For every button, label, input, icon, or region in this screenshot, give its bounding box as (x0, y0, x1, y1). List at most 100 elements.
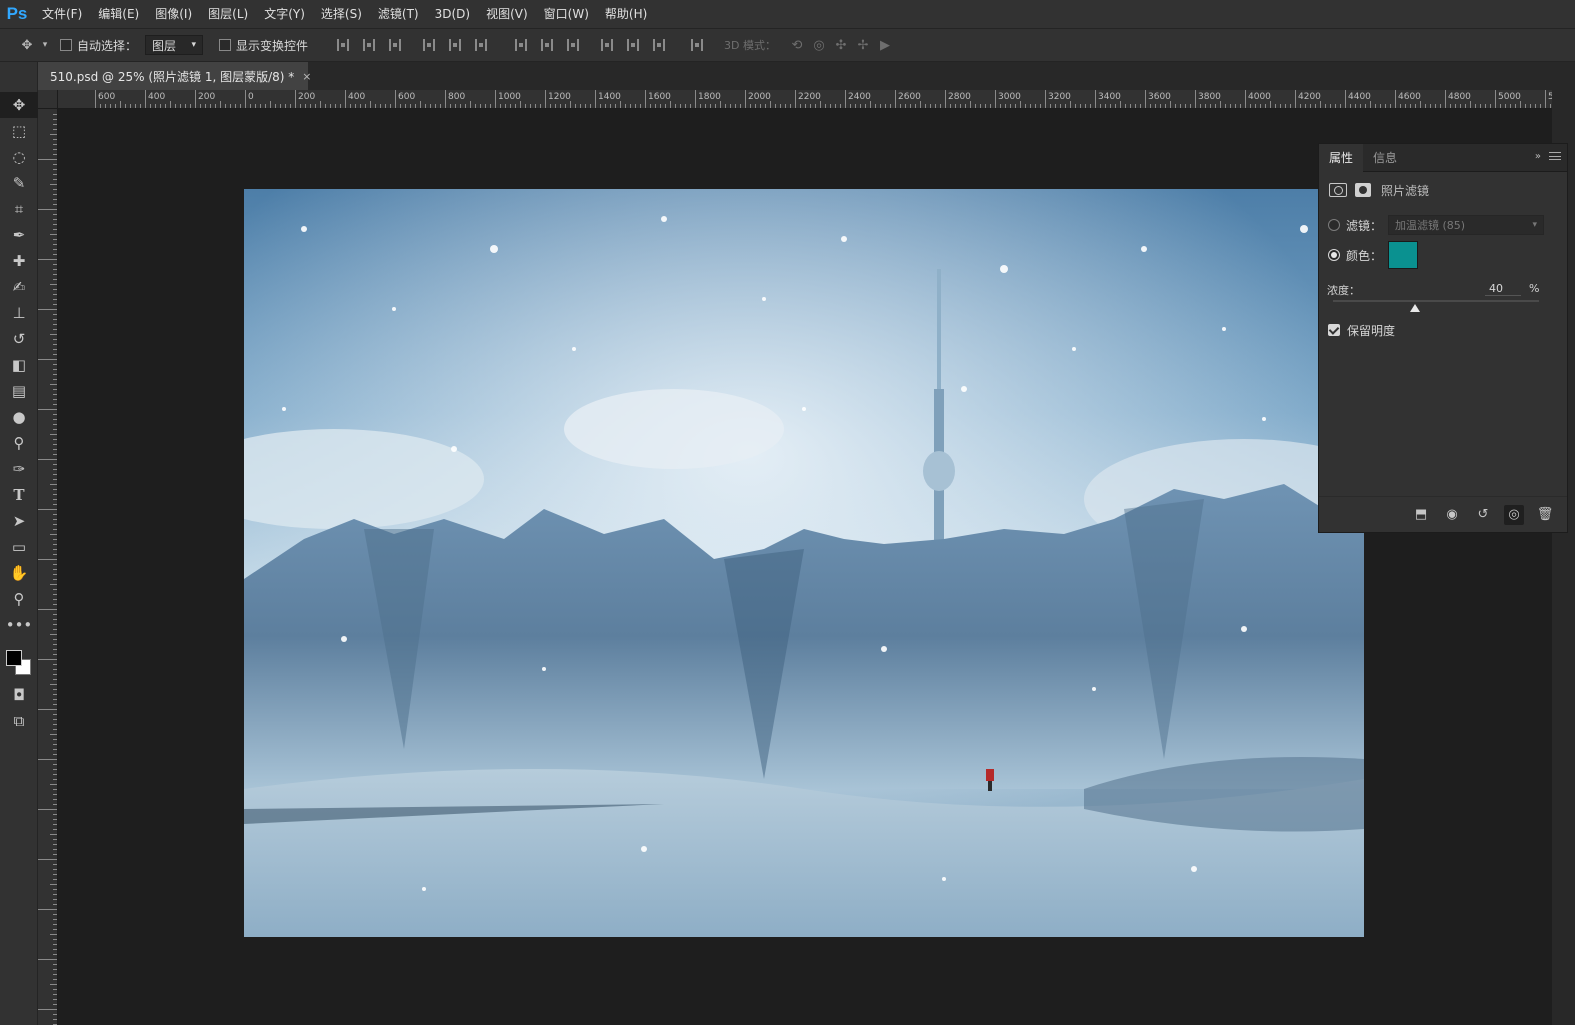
slide-3d-icon[interactable]: ✢ (852, 34, 874, 56)
distribute-vcenter-button[interactable] (534, 34, 560, 56)
color-radio[interactable] (1328, 249, 1340, 261)
ruler-tick (38, 159, 57, 160)
distribute-left-button[interactable] (594, 34, 620, 56)
path-select-tool-icon[interactable]: ➤ (0, 508, 38, 534)
crop-tool-icon[interactable]: ⌗ (0, 196, 38, 222)
document-tab[interactable]: 510.psd @ 25% (照片滤镜 1, 图层蒙版/8) * × (38, 62, 311, 90)
scale-3d-icon[interactable]: ▶ (874, 34, 896, 56)
ruler-tick (53, 179, 57, 180)
filter-dropdown[interactable]: 加温滤镜 (85) ▾ (1388, 215, 1545, 235)
filter-radio[interactable] (1328, 219, 1340, 231)
screen-mode-icon[interactable]: ⧉ (0, 708, 38, 734)
ruler-minor-tick (1255, 104, 1256, 108)
blur-tool-icon[interactable]: ● (0, 404, 38, 430)
auto-select-checkbox[interactable] (60, 39, 72, 51)
eraser-tool-icon[interactable]: ◧ (0, 352, 38, 378)
ruler-minor-tick (1055, 104, 1056, 108)
menu-3d[interactable]: 3D(D) (427, 0, 478, 28)
menu-help[interactable]: 帮助(H) (597, 0, 655, 28)
ruler-tick (53, 379, 57, 380)
menu-type[interactable]: 文字(Y) (256, 0, 313, 28)
dodge-tool-icon[interactable]: ⚲ (0, 430, 38, 456)
orbit-3d-icon[interactable]: ⟲ (786, 34, 808, 56)
ruler-left[interactable] (38, 109, 58, 1025)
lasso-tool-icon[interactable]: ◌ (0, 144, 38, 170)
close-icon[interactable]: × (302, 70, 311, 83)
align-left-button[interactable] (416, 34, 442, 56)
canvas-image[interactable] (244, 189, 1364, 937)
ruler-minor-tick (1010, 104, 1011, 108)
auto-select-dropdown[interactable]: 图层 ▾ (145, 35, 204, 55)
tab-info[interactable]: 信息 (1363, 144, 1407, 172)
hand-tool-icon[interactable]: ✋ (0, 560, 38, 586)
ruler-minor-tick (1155, 104, 1156, 108)
quick-select-tool-icon[interactable]: ✎ (0, 170, 38, 196)
menu-layer[interactable]: 图层(L) (200, 0, 256, 28)
rectangle-tool-icon[interactable]: ▭ (0, 534, 38, 560)
eyedropper-tool-icon[interactable]: ✒ (0, 222, 38, 248)
ruler-tick (50, 584, 57, 585)
align-vcenter-icon (363, 39, 376, 51)
view-previous-state-icon[interactable]: ◉ (1442, 505, 1462, 525)
ruler-tick (53, 254, 57, 255)
quick-mask-icon[interactable]: ◘ (0, 682, 38, 708)
ruler-minor-tick (1050, 104, 1051, 108)
align-vcenter-button[interactable] (356, 34, 382, 56)
density-input[interactable]: 40 (1485, 282, 1521, 296)
roll-3d-icon[interactable]: ◎ (808, 34, 830, 56)
ruler-minor-tick (630, 104, 631, 108)
ruler-minor-tick (1485, 104, 1486, 108)
clip-to-layer-icon[interactable]: ⬒ (1411, 505, 1431, 525)
type-tool-icon[interactable]: T (0, 482, 38, 508)
auto-align-button[interactable] (684, 34, 710, 56)
menu-window[interactable]: 窗口(W) (536, 0, 597, 28)
ruler-tick (38, 609, 57, 610)
history-brush-tool-icon[interactable]: ↺ (0, 326, 38, 352)
move-tool-preset-icon[interactable]: ✥ (16, 34, 38, 56)
ruler-origin[interactable] (38, 90, 58, 109)
pan-3d-icon[interactable]: ✣ (830, 34, 852, 56)
layer-mask-icon[interactable] (1355, 183, 1371, 197)
marquee-tool-icon[interactable]: ⬚ (0, 118, 38, 144)
chevron-down-icon[interactable]: ▾ (38, 34, 52, 56)
align-right-button[interactable] (468, 34, 494, 56)
align-bottom-button[interactable] (382, 34, 408, 56)
show-transform-checkbox[interactable] (219, 39, 232, 51)
align-top-button[interactable] (330, 34, 356, 56)
panel-menu-icon[interactable] (1549, 150, 1561, 162)
pen-tool-icon[interactable]: ✑ (0, 456, 38, 482)
distribute-hcenter-button[interactable] (620, 34, 646, 56)
preserve-luminosity-checkbox[interactable] (1328, 324, 1340, 336)
healing-brush-tool-icon[interactable]: ✚ (0, 248, 38, 274)
filter-color-swatch[interactable] (1388, 241, 1419, 269)
toggle-visibility-icon[interactable]: ◎ (1504, 504, 1524, 525)
menu-image[interactable]: 图像(I) (147, 0, 200, 28)
ruler-tick (53, 839, 57, 840)
distribute-top-button[interactable] (508, 34, 534, 56)
tab-properties[interactable]: 属性 (1319, 143, 1364, 172)
move-tool-icon[interactable]: ✥ (0, 92, 38, 118)
align-hcenter-button[interactable] (442, 34, 468, 56)
menu-view[interactable]: 视图(V) (478, 0, 536, 28)
density-slider-track[interactable] (1333, 300, 1539, 302)
distribute-right-button[interactable] (646, 34, 672, 56)
foreground-color-swatch[interactable] (6, 650, 22, 666)
delete-icon[interactable]: 🗑 (1535, 505, 1555, 525)
gradient-tool-icon[interactable]: ▤ (0, 378, 38, 404)
brush-tool-icon[interactable]: ✍ (0, 274, 38, 300)
ruler-minor-tick (260, 104, 261, 108)
menu-file[interactable]: 文件(F) (34, 0, 90, 28)
clone-stamp-tool-icon[interactable]: ⊥ (0, 300, 38, 326)
menu-select[interactable]: 选择(S) (313, 0, 370, 28)
ruler-top[interactable]: 600 400 200 0 200 400 600 800 1000 1200 1400 1600 18… (58, 90, 1552, 109)
ruler-major-tick (595, 90, 596, 108)
more-tools-icon[interactable]: ••• (0, 612, 38, 638)
collapse-panel-icon[interactable]: » (1535, 151, 1541, 162)
density-slider-thumb[interactable] (1410, 304, 1421, 312)
distribute-bottom-button[interactable] (560, 34, 586, 56)
zoom-tool-icon[interactable]: ⚲ (0, 586, 38, 612)
menu-edit[interactable]: 编辑(E) (90, 0, 147, 28)
reset-icon[interactable]: ↺ (1473, 505, 1493, 525)
menu-filter[interactable]: 滤镜(T) (370, 0, 427, 28)
ruler-label: 4600 (1398, 92, 1421, 102)
